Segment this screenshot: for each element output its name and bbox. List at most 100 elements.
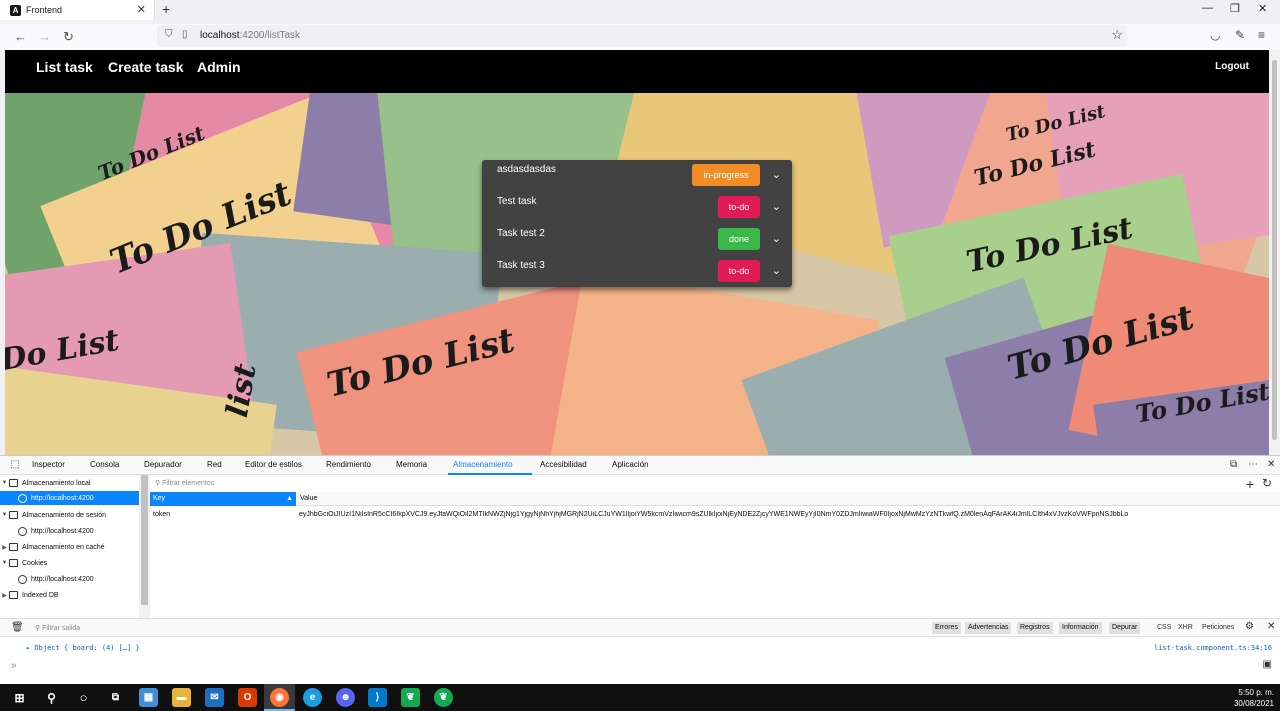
filter-logs-button[interactable]: Registros <box>1017 622 1053 634</box>
nav-admin[interactable]: Admin <box>197 59 241 75</box>
status-badge[interactable]: to-do <box>718 196 760 218</box>
pocket-icon[interactable]: ◡ <box>1210 28 1220 42</box>
extension-icon[interactable]: ✎ <box>1235 28 1245 42</box>
tab-performance[interactable]: Rendimiento <box>326 460 371 469</box>
filter-warnings-button[interactable]: Advertencias <box>965 622 1012 634</box>
column-header-value[interactable]: Value <box>297 492 1280 506</box>
discord-icon[interactable]: ☻ <box>336 688 355 707</box>
task-item[interactable]: Task test 2 done ⌄ <box>482 224 792 256</box>
tab-console[interactable]: Consola <box>90 460 119 469</box>
menu-icon[interactable]: ≡ <box>1258 28 1265 42</box>
sidebar-item-cookies-origin[interactable]: http://localhost:4200 <box>0 572 139 586</box>
split-console-icon[interactable]: ▣ <box>1263 659 1272 670</box>
nav-create-task[interactable]: Create task <box>108 59 184 75</box>
browser-nav-bar: ← → ↻ ⛉ ▯ localhost:4200/listTask ☆ ◡ ✎ … <box>0 24 1280 50</box>
page-info-icon[interactable]: ▯ <box>182 29 188 40</box>
sidebar-item-local-storage[interactable]: ▼ Almacenamiento local <box>0 476 139 490</box>
devtools-panel: ⬚ Inspector Consola Depurador Red Editor… <box>0 455 1280 684</box>
close-devtools-icon[interactable]: ✕ <box>1267 459 1275 470</box>
column-header-key[interactable]: Key ▲ <box>150 492 296 506</box>
sidebar-item-session-storage[interactable]: ▼ Almacenamiento de sesión <box>0 508 139 522</box>
trash-icon[interactable]: 🗑 <box>11 622 24 633</box>
cortana-icon[interactable]: ○ <box>74 688 93 707</box>
dock-icon[interactable]: ⧉ <box>1230 459 1237 470</box>
filter-info-button[interactable]: Información <box>1059 622 1102 634</box>
chevron-down-icon[interactable]: ⌄ <box>772 232 781 245</box>
app-viewport: List task Create task Admin Logout To Do… <box>5 50 1269 455</box>
filter-output-input[interactable]: ⚲ Filtrar salida <box>35 624 80 632</box>
sidebar-item-indexed-db[interactable]: ▶ Indexed DB <box>0 588 139 602</box>
bookmark-star-icon[interactable]: ☆ <box>1111 27 1123 43</box>
console-output: ▸ Object { board: (4) […] } list-task.co… <box>0 637 1280 685</box>
tab-accessibility[interactable]: Accesibilidad <box>540 460 587 469</box>
task-item[interactable]: asdasdasdas in-progress ⌄ <box>482 160 792 192</box>
minimize-icon[interactable]: — <box>1202 2 1213 14</box>
vscode-icon[interactable]: ⟩ <box>368 688 387 707</box>
refresh-icon[interactable]: ↻ <box>1262 476 1272 490</box>
mongodb-icon[interactable]: ❦ <box>434 688 453 707</box>
tab-memory[interactable]: Memoria <box>396 460 427 469</box>
forward-icon[interactable]: → <box>38 29 51 44</box>
more-options-icon[interactable]: ⋯ <box>1248 459 1258 470</box>
system-clock[interactable]: 5:50 p. m. 30/08/2021 <box>1234 687 1274 709</box>
mongodb-compass-icon[interactable]: ❦ <box>401 688 420 707</box>
gear-icon[interactable]: ⚙ <box>1245 621 1254 632</box>
chevron-down-icon[interactable]: ⌄ <box>772 200 781 213</box>
status-badge[interactable]: in-progress <box>692 164 760 186</box>
filter-requests-button[interactable]: Peticiones <box>1202 624 1234 631</box>
reload-icon[interactable]: ↻ <box>63 29 74 45</box>
new-tab-icon[interactable]: + <box>162 1 170 17</box>
edge-icon[interactable]: e <box>303 688 322 707</box>
pick-element-icon[interactable]: ⬚ <box>10 459 19 470</box>
restore-icon[interactable]: ❐ <box>1230 2 1240 15</box>
filter-xhr-button[interactable]: XHR <box>1178 624 1193 631</box>
office-icon[interactable]: O <box>238 688 257 707</box>
filter-errors-button[interactable]: Errores <box>932 622 961 634</box>
scrollbar-thumb[interactable] <box>141 475 148 605</box>
tab-application[interactable]: Aplicación <box>612 460 648 469</box>
tab-storage[interactable]: Almacenamiento <box>453 460 513 469</box>
url-bar[interactable]: ⛉ ▯ localhost:4200/listTask ☆ <box>157 25 1127 47</box>
page-scrollbar[interactable] <box>1269 50 1280 455</box>
table-cell-value[interactable]: eyJhbGciOiJIUzI1NiIsInR5cCI6IkpXVCJ9.eyJ… <box>299 511 1279 518</box>
sidebar-item-local-origin[interactable]: http://localhost:4200 <box>0 491 139 505</box>
shield-icon[interactable]: ⛉ <box>165 29 173 40</box>
mail-icon[interactable]: ✉ <box>205 688 224 707</box>
add-item-icon[interactable]: + <box>1246 476 1254 492</box>
console-log-entry[interactable]: ▸ Object { board: (4) […] } <box>26 644 140 652</box>
chevron-down-icon[interactable]: ⌄ <box>772 168 781 181</box>
filter-items-input[interactable]: ⚲ Filtrar elementos <box>155 479 214 487</box>
task-item[interactable]: Test task to-do ⌄ <box>482 192 792 224</box>
console-log-source-link[interactable]: list-task.component.ts:34:16 <box>1154 644 1272 652</box>
tab-debugger[interactable]: Depurador <box>144 460 182 469</box>
scrollbar-thumb[interactable] <box>1272 60 1277 440</box>
logout-button[interactable]: Logout <box>1215 61 1249 72</box>
back-icon[interactable]: ← <box>14 29 27 44</box>
task-view-icon[interactable]: ⧉ <box>106 688 125 707</box>
firefox-icon[interactable]: ◉ <box>270 688 289 707</box>
browser-tab[interactable]: A Frontend ✕ <box>0 0 155 20</box>
close-console-icon[interactable]: ✕ <box>1267 621 1275 632</box>
windows-start-icon[interactable]: ⊞ <box>10 688 29 707</box>
store-icon[interactable]: ▦ <box>139 688 158 707</box>
table-cell-key[interactable]: token <box>153 511 170 518</box>
tab-network[interactable]: Red <box>207 460 222 469</box>
task-item[interactable]: Task test 3 to-do ⌄ <box>482 256 792 288</box>
filter-css-button[interactable]: CSS <box>1157 624 1171 631</box>
chevron-down-icon[interactable]: ⌄ <box>772 264 781 277</box>
filter-debug-button[interactable]: Depurar <box>1109 622 1141 634</box>
tab-inspector[interactable]: Inspector <box>32 460 65 469</box>
search-icon[interactable]: ⚲ <box>42 688 61 707</box>
sidebar-item-cache-storage[interactable]: ▶ Almacenamiento en caché <box>0 540 139 554</box>
status-badge[interactable]: done <box>718 228 760 250</box>
tab-style-editor[interactable]: Editor de estilos <box>245 460 302 469</box>
close-window-icon[interactable]: ✕ <box>1258 2 1267 15</box>
sidebar-scrollbar[interactable] <box>139 475 150 618</box>
status-badge[interactable]: to-do <box>718 260 760 282</box>
console-prompt[interactable]: » <box>11 660 17 671</box>
close-tab-icon[interactable]: ✕ <box>137 3 146 16</box>
file-explorer-icon[interactable]: ▬ <box>172 688 191 707</box>
sidebar-item-cookies[interactable]: ▼ Cookies <box>0 556 139 570</box>
sidebar-item-session-origin[interactable]: http://localhost:4200 <box>0 524 139 538</box>
nav-list-task[interactable]: List task <box>36 59 93 75</box>
